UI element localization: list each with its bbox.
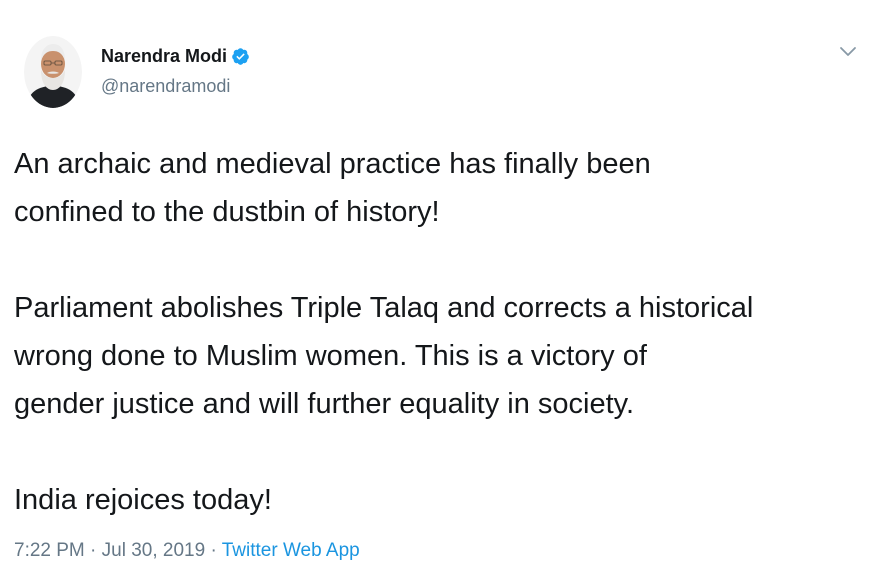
tweet-text: An archaic and medieval practice has fin… <box>14 140 864 524</box>
verified-badge-icon <box>231 47 250 66</box>
tweet-paragraph: Parliament abolishes Triple Talaq and co… <box>14 292 754 420</box>
tweet-metadata: 7:22 PM · Jul 30, 2019 · Twitter Web App <box>14 538 360 564</box>
meta-separator: · <box>84 540 102 561</box>
tweet-paragraph: India rejoices today! <box>14 484 272 516</box>
tweet-paragraph: An archaic and medieval practice has fin… <box>14 148 651 228</box>
tweet-time[interactable]: 7:22 PM <box>14 540 85 561</box>
tweet-date[interactable]: Jul 30, 2019 <box>102 540 206 561</box>
display-name[interactable]: Narendra Modi <box>101 45 227 67</box>
avatar[interactable] <box>24 36 82 108</box>
author-name-row[interactable]: Narendra Modi <box>101 45 250 67</box>
user-handle[interactable]: @narendramodi <box>101 75 230 97</box>
profile-photo <box>24 36 82 108</box>
tweet-card: Narendra Modi @narendramodi An archaic a… <box>0 0 875 583</box>
tweet-source-link[interactable]: Twitter Web App <box>222 540 360 561</box>
chevron-down-icon[interactable] <box>838 44 858 60</box>
meta-separator: · <box>205 540 222 561</box>
